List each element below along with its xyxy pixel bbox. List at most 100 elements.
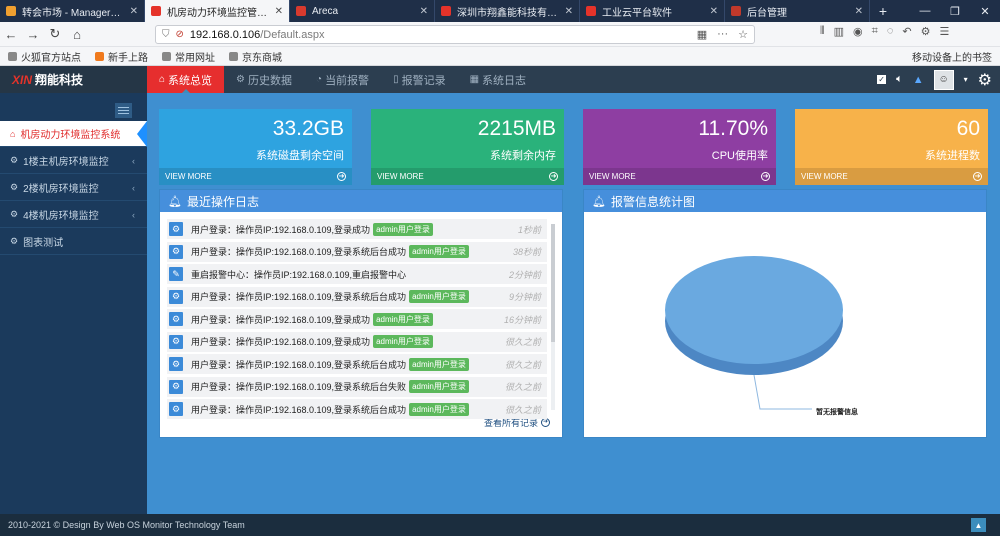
- menu-tab[interactable]: ▦ 系统日志: [458, 66, 538, 93]
- tab-title: 后台管理: [747, 7, 787, 19]
- library-icon[interactable]: ⫴: [820, 25, 825, 38]
- bookmark-item[interactable]: 火狐官方站点: [8, 49, 81, 64]
- browser-tab[interactable]: 深圳市翔鑫能科技有限公司 ✕: [435, 0, 580, 22]
- log-text: 用户登录：操作员IP:192.168.0.109,登录系统后台成功: [191, 404, 407, 415]
- chevron-down-icon[interactable]: ▾: [964, 75, 968, 84]
- browser-tab[interactable]: 机房动力环境监控管理系统 ✕: [145, 0, 290, 22]
- tab-title: 深圳市翔鑫能科技有限公司: [457, 7, 561, 19]
- reload-icon[interactable]: ↻: [44, 23, 66, 45]
- log-row[interactable]: ⚙ 用户登录：操作员IP:192.168.0.109,登录系统后台成功 admin用…: [167, 241, 547, 262]
- logo[interactable]: XIN 翔能科技: [0, 66, 147, 93]
- log-time: 很久之前: [504, 404, 541, 415]
- log-row[interactable]: ⚙ 用户登录：操作员IP:192.168.0.109,登录系统后台成功 admin用…: [167, 286, 547, 307]
- footer: 2010-2021 © Design By Web OS Monitor Tec…: [0, 514, 1000, 536]
- screenshot-icon[interactable]: ⌗: [872, 25, 878, 38]
- extension-icon[interactable]: ⚙: [921, 25, 931, 38]
- home-page-icon[interactable]: ⌂: [66, 23, 88, 45]
- sidebar-item[interactable]: ⚙ 图表测试: [0, 229, 147, 255]
- stat-value: 11.70%: [698, 117, 768, 140]
- undo-icon[interactable]: ↶: [902, 25, 911, 38]
- url-host: 192.168.0.106: [189, 28, 261, 41]
- sidebar-item-label: 机房动力环境监控系统: [20, 130, 121, 141]
- maximize-icon[interactable]: ❐: [940, 0, 970, 22]
- tab-close-icon[interactable]: ✕: [855, 6, 863, 17]
- more-icon[interactable]: ···: [717, 28, 728, 41]
- tab-favicon-icon: [296, 6, 306, 16]
- log-tag: admin用户登录: [409, 290, 469, 303]
- tab-favicon-icon: [731, 6, 741, 16]
- menu-tab[interactable]: ⚙ 历史数据: [224, 66, 304, 93]
- account-icon[interactable]: ◉: [853, 25, 863, 38]
- view-more-link[interactable]: VIEW MORE ➜: [795, 168, 988, 185]
- menu-icon[interactable]: ☰: [939, 25, 949, 38]
- tab-close-icon[interactable]: ✕: [420, 6, 428, 17]
- log-time: 很久之前: [504, 382, 541, 392]
- bookmark-star-icon[interactable]: ☆: [738, 28, 748, 41]
- warning-icon[interactable]: ▲: [913, 74, 924, 86]
- log-tag: admin用户登录: [409, 380, 469, 393]
- browser-tab[interactable]: 后台管理 ✕: [725, 0, 870, 22]
- sidebar-item[interactable]: ⚙ 2楼机房环境监控 ‹: [0, 175, 147, 201]
- log-time: 很久之前: [504, 359, 541, 370]
- menu-tab[interactable]: ◔ 当前报警: [304, 66, 381, 93]
- url-bar[interactable]: ⛉ ⊘ 192.168.0.106 /Default.aspx ▦ ··· ☆: [155, 25, 755, 44]
- stat-value: 2215MB: [477, 117, 556, 140]
- log-row[interactable]: ✎ 重启报警中心：操作员IP:192.168.0.109,重启报警中心 2分钟前: [167, 264, 547, 284]
- back-icon[interactable]: ←: [0, 23, 22, 45]
- browser-tab[interactable]: 转会市场 - ManagerZone ✕: [0, 0, 145, 22]
- tab-close-icon[interactable]: ✕: [130, 6, 138, 17]
- log-row[interactable]: ⚙ 用户登录：操作员IP:192.168.0.109,登录系统后台失败 admin用…: [167, 376, 547, 397]
- tab-close-icon[interactable]: ✕: [710, 6, 718, 17]
- browser-tab[interactable]: Areca ✕: [290, 0, 435, 22]
- chat-icon[interactable]: ◌: [887, 25, 894, 38]
- log-row[interactable]: ⚙ 用户登录：操作员IP:192.168.0.109,登录系统后台成功 admin用…: [167, 399, 547, 419]
- sidebar-toggle-icon[interactable]: ▥: [834, 25, 844, 38]
- bookmark-item[interactable]: 新手上路: [95, 49, 148, 64]
- cogs-icon: ⚙: [10, 209, 19, 219]
- avatar[interactable]: ☺: [933, 69, 954, 90]
- sidebar-item[interactable]: ⌂ 机房动力环境监控系统: [0, 121, 147, 147]
- log-row[interactable]: ⚙ 用户登录：操作员IP:192.168.0.109,登录成功 admin用户登录 1…: [167, 219, 547, 239]
- menu-tab[interactable]: ▯ 报警记录: [381, 66, 458, 93]
- log-row[interactable]: ⚙ 用户登录：操作员IP:192.168.0.109,登录成功 admin用户登录 很…: [167, 331, 547, 352]
- browser-tab[interactable]: 工业云平台软件 ✕: [580, 0, 725, 22]
- log-row[interactable]: ⚙ 用户登录：操作员IP:192.168.0.109,登录成功 admin用户登录 1…: [167, 309, 547, 329]
- sidebar-item[interactable]: ⚙ 4楼机房环境监控 ‹: [0, 202, 147, 228]
- checkbox-icon[interactable]: ✓: [877, 75, 887, 84]
- app-header: XIN 翔能科技 ⌂ 系统总览 ⚙ 历史数据 ◔ 当前报警 ▯ 报警记录 ▦ 系统日志 ✓ 🔈︎ …: [0, 66, 1000, 93]
- clock-icon: ◔: [316, 74, 323, 85]
- view-more-link[interactable]: VIEW MORE ➜: [159, 168, 352, 185]
- log-text: 重启报警中心：操作员IP:192.168.0.109,重启报警中心: [191, 269, 407, 280]
- log-scrollbar[interactable]: [551, 224, 555, 410]
- gear-icon[interactable]: ⚙: [978, 70, 992, 90]
- menu-tab[interactable]: ⌂ 系统总览: [147, 66, 225, 93]
- tab-close-icon[interactable]: ✕: [275, 6, 283, 17]
- new-tab-button[interactable]: +: [870, 0, 896, 22]
- qr-code-icon[interactable]: ▦: [697, 28, 707, 41]
- view-more-link[interactable]: VIEW MORE ➜: [583, 168, 776, 185]
- speaker-icon[interactable]: 🔈︎: [896, 73, 903, 86]
- sidebar-item-label: 1楼主机房环境监控: [23, 157, 109, 168]
- log-row[interactable]: ⚙ 用户登录：操作员IP:192.168.0.109,登录系统后台成功 admin用…: [167, 354, 547, 374]
- sidebar-item[interactable]: ⚙ 1楼主机房环境监控 ‹: [0, 148, 147, 174]
- bookmark-icon: [229, 51, 238, 61]
- bookmark-item[interactable]: 京东商城: [229, 49, 282, 64]
- view-more-label: VIEW MORE: [801, 172, 848, 181]
- log-panel: 🔔︎ 最近操作日志 查看所有记录 ➜ ⚙ 用户登录：操作员IP:192.168.0…: [159, 189, 563, 438]
- log-text: 用户登录：操作员IP:192.168.0.109,登录成功: [191, 314, 371, 325]
- tab-close-icon[interactable]: ✕: [565, 6, 573, 17]
- back-to-top-button[interactable]: ▲: [971, 518, 986, 532]
- menu-tab-label: 报警记录: [401, 74, 446, 87]
- logo-mark: XIN: [12, 72, 33, 87]
- url-path: /Default.aspx: [260, 28, 325, 41]
- forward-icon[interactable]: →: [22, 23, 44, 45]
- stat-label: CPU使用率: [711, 150, 768, 162]
- mobile-bookmarks[interactable]: 移动设备上的书签: [906, 49, 992, 64]
- pie-slice-empty[interactable]: [665, 256, 843, 364]
- cogs-icon: ⚙: [169, 244, 183, 259]
- minimize-icon[interactable]: —: [910, 0, 940, 22]
- sidebar-collapse-toggle[interactable]: [115, 103, 132, 118]
- bookmark-item[interactable]: 常用网址: [162, 49, 215, 64]
- close-window-icon[interactable]: ✕: [970, 0, 1000, 22]
- view-more-link[interactable]: VIEW MORE ➜: [371, 168, 564, 185]
